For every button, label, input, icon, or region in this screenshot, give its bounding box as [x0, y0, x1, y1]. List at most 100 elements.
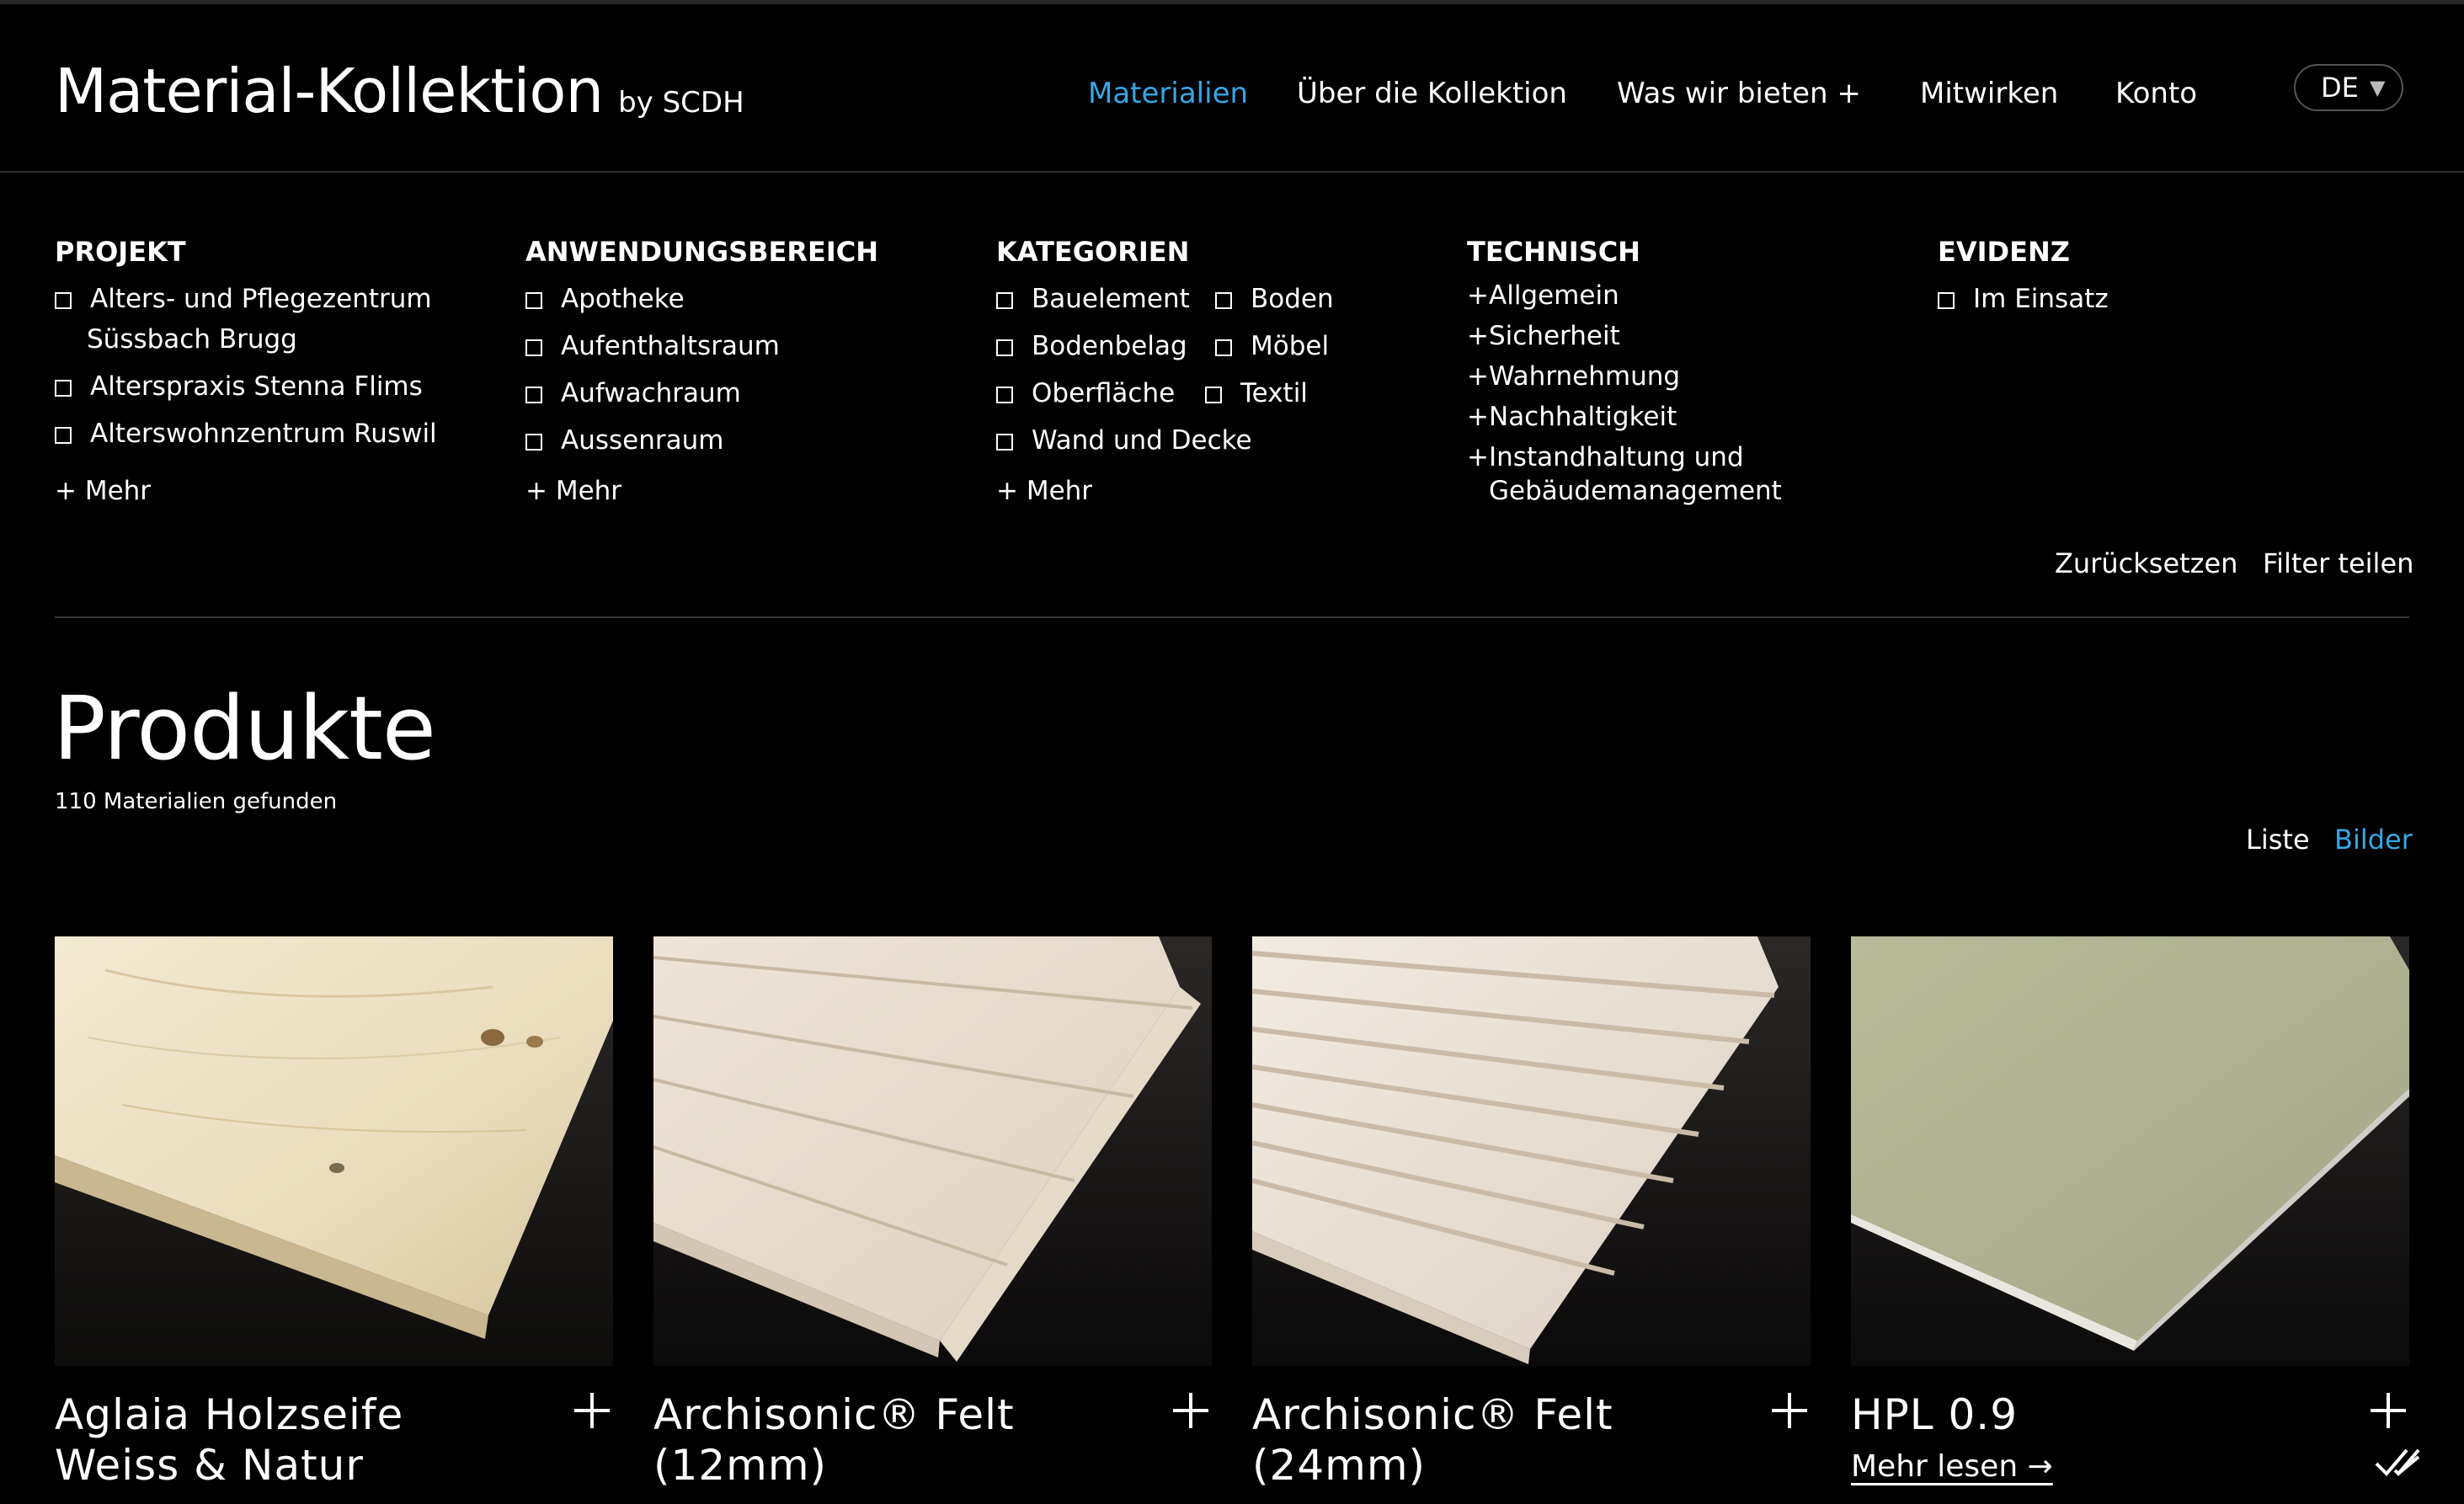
filter-group-anwendungsbereich: ANWENDUNGSBEREICH — [525, 232, 878, 272]
filter-option-label: Boden — [1251, 284, 1334, 314]
filter-option-label: Süssbach Brugg — [87, 324, 297, 355]
filter-option-projekt-3[interactable]: Alterswohnzentrum Ruswil — [55, 413, 437, 454]
product-image-grooved-felt[interactable] — [653, 936, 1212, 1366]
filter-option-label: Bodenbelag — [1032, 331, 1187, 361]
page-title: Produkte — [53, 677, 436, 780]
product-card[interactable]: Archisonic® Felt (24mm) — [1252, 936, 1811, 1490]
product-card[interactable]: Aglaia Holzseife Weiss & Natur — [55, 936, 613, 1490]
filter-option-apotheke[interactable]: Apotheke — [525, 279, 685, 319]
plus-icon: + — [1467, 361, 1489, 392]
product-card[interactable]: Archisonic® Felt (12mm) — [653, 936, 1212, 1490]
nav-ueber-die-kollektion[interactable]: Über die Kollektion — [1297, 68, 1567, 119]
filter-option-oberflaeche[interactable]: Oberfläche — [996, 373, 1175, 413]
checkbox[interactable] — [1205, 387, 1222, 403]
filter-option-label: Textil — [1240, 378, 1308, 408]
checkbox[interactable] — [996, 434, 1013, 451]
filter-option-bodenbelag[interactable]: Bodenbelag — [996, 326, 1187, 366]
checkbox[interactable] — [55, 427, 72, 444]
main-nav: Materialien Über die Kollektion Was wir … — [0, 68, 2464, 119]
filter-heading-technisch: TECHNISCH — [1467, 236, 1640, 268]
share-filter-button[interactable]: Filter teilen — [2263, 543, 2413, 584]
nav-materialien[interactable]: Materialien — [1088, 68, 1248, 119]
filter-option-textil[interactable]: Textil — [1205, 373, 1308, 413]
more-anwendungsbereich-link[interactable]: + Mehr — [525, 471, 621, 511]
language-select[interactable]: DE ▼ — [2294, 64, 2403, 111]
filter-option-aufwachraum[interactable]: Aufwachraum — [525, 373, 741, 413]
filter-option-label: Oberfläche — [1032, 378, 1176, 408]
reset-button[interactable]: Zurücksetzen — [2055, 543, 2237, 584]
filter-option-label: Alterswohnzentrum Ruswil — [90, 419, 437, 449]
double-check-icon[interactable] — [2373, 1445, 2422, 1479]
filter-option-label: Wand und Decke — [1032, 425, 1252, 456]
plus-icon[interactable] — [571, 1389, 613, 1432]
plus-icon: + — [1467, 442, 1489, 472]
technisch-gebaeudemanagement[interactable]: Gebäudemanagement — [1489, 474, 1782, 508]
filter-option-im-einsatz[interactable]: Im Einsatz — [1938, 279, 2109, 319]
product-image-pine-wood[interactable] — [55, 936, 613, 1366]
checkbox[interactable] — [55, 380, 72, 397]
product-card[interactable]: HPL 0.9 Mehr lesen → — [1851, 936, 2409, 1484]
technisch-allgemein[interactable]: +Allgemein — [1467, 279, 1619, 312]
technisch-label: Allgemein — [1489, 280, 1619, 311]
plus-icon: + — [1467, 321, 1489, 351]
filter-option-projekt-1[interactable]: Alters- und Pflegezentrum — [55, 279, 432, 319]
plus-icon[interactable] — [2367, 1389, 2409, 1432]
checkbox[interactable] — [525, 434, 542, 451]
site-header: Material-Kollektion by SCDH Materialien … — [0, 4, 2464, 173]
checkbox[interactable] — [525, 387, 542, 403]
filter-option-wand-und-decke[interactable]: Wand und Decke — [996, 420, 1252, 461]
read-more-link[interactable]: Mehr lesen → — [1851, 1447, 2053, 1487]
product-name[interactable]: HPL 0.9 — [1851, 1389, 2323, 1440]
checkbox[interactable] — [55, 292, 72, 309]
plus-icon[interactable] — [1170, 1389, 1212, 1432]
product-name[interactable]: Archisonic® Felt (24mm) — [1252, 1389, 1724, 1491]
technisch-nachhaltigkeit[interactable]: +Nachhaltigkeit — [1467, 400, 1677, 434]
filter-option-projekt-1-cont[interactable]: Süssbach Brugg — [87, 319, 297, 360]
technisch-label: Nachhaltigkeit — [1489, 402, 1677, 432]
filter-option-aussenraum[interactable]: Aussenraum — [525, 420, 723, 461]
filter-option-label: Aussenraum — [561, 425, 724, 456]
more-projekt-link[interactable]: + Mehr — [55, 471, 151, 511]
filter-option-label: Möbel — [1251, 331, 1330, 361]
view-toggle-bilder[interactable]: Bilder — [2334, 819, 2413, 861]
product-name[interactable]: Aglaia Holzseife Weiss & Natur — [55, 1389, 526, 1491]
filter-option-moebel[interactable]: Möbel — [1215, 326, 1329, 366]
filter-option-boden[interactable]: Boden — [1215, 279, 1334, 319]
technisch-sicherheit[interactable]: +Sicherheit — [1467, 319, 1620, 353]
filter-option-aufenthaltsraum[interactable]: Aufenthaltsraum — [525, 326, 780, 366]
divider — [55, 616, 2409, 618]
technisch-wahrnehmung[interactable]: +Wahrnehmung — [1467, 360, 1680, 393]
technisch-label: Sicherheit — [1489, 321, 1620, 351]
filter-option-label: Apotheke — [561, 284, 685, 314]
filter-heading-kategorien: KATEGORIEN — [996, 236, 1190, 268]
technisch-instandhaltung[interactable]: +Instandhaltung und — [1467, 440, 1744, 474]
plus-icon: + — [1467, 280, 1489, 311]
checkbox[interactable] — [1938, 292, 1955, 309]
view-toggle-liste[interactable]: Liste — [2246, 819, 2310, 861]
checkbox[interactable] — [525, 339, 542, 356]
chevron-down-icon: ▼ — [2370, 76, 2386, 99]
filter-heading-projekt: PROJEKT — [55, 236, 186, 268]
nav-mitwirken[interactable]: Mitwirken — [1920, 68, 2058, 119]
filter-option-bauelement[interactable]: Bauelement — [996, 279, 1190, 319]
nav-was-wir-bieten[interactable]: Was wir bieten + — [1617, 68, 1861, 119]
filter-panel: PROJEKT Alters- und Pflegezentrum Süssba… — [0, 173, 2464, 619]
nav-konto[interactable]: Konto — [2115, 68, 2197, 119]
checkbox[interactable] — [525, 292, 542, 309]
product-image-ribbed-felt[interactable] — [1252, 936, 1811, 1366]
filter-group-kategorien: KATEGORIEN — [996, 232, 1189, 272]
more-kategorien-link[interactable]: + Mehr — [996, 471, 1092, 511]
checkbox[interactable] — [996, 387, 1013, 403]
checkbox[interactable] — [996, 292, 1013, 309]
plus-icon[interactable] — [1768, 1389, 1811, 1432]
checkbox[interactable] — [1215, 292, 1232, 309]
technisch-label: Gebäudemanagement — [1489, 476, 1782, 506]
checkbox[interactable] — [1215, 339, 1232, 356]
filter-option-label: Alterspraxis Stenna Flims — [90, 371, 423, 402]
product-image-green-laminate[interactable] — [1851, 936, 2409, 1366]
checkbox[interactable] — [996, 339, 1013, 356]
filter-option-projekt-2[interactable]: Alterspraxis Stenna Flims — [55, 366, 423, 407]
technisch-label: Instandhaltung und — [1489, 442, 1744, 472]
filter-heading-evidenz: EVIDENZ — [1938, 236, 2070, 268]
product-name[interactable]: Archisonic® Felt (12mm) — [653, 1389, 1125, 1491]
